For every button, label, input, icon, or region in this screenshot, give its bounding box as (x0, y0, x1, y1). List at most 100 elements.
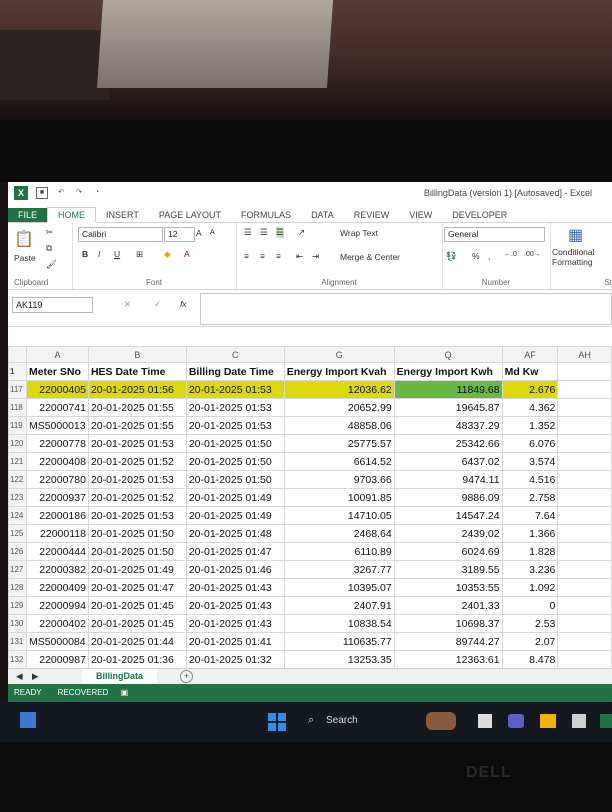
cell-billing-date-time[interactable]: 20-01-2025 01:53 (185, 416, 285, 435)
row-number[interactable]: 122 (8, 470, 27, 489)
cell-energy-import-kwh[interactable]: 89744.27 (393, 632, 503, 651)
cell-md-kw[interactable]: 6.076 (501, 434, 559, 453)
column-header[interactable]: Q (393, 346, 503, 363)
column-header[interactable]: C (185, 346, 285, 363)
column-header[interactable]: AF (501, 346, 559, 363)
empty-cell[interactable] (557, 506, 612, 525)
cell-energy-import-kvah[interactable]: 10395.07 (283, 578, 395, 597)
redo-icon[interactable]: ↷ (74, 188, 84, 198)
cell-md-kw[interactable]: 2.676 (501, 380, 559, 399)
accounting-format-icon[interactable]: 💱 (446, 251, 457, 262)
cell-meter-sno[interactable]: 22000402 (25, 614, 89, 633)
row-number[interactable]: 125 (8, 524, 27, 543)
tab-formulas[interactable]: FORMULAS (231, 208, 301, 222)
cell-md-kw[interactable]: 1.828 (501, 542, 559, 561)
cell-md-kw[interactable]: 2.758 (501, 488, 559, 507)
excel-taskbar-icon[interactable] (600, 714, 612, 728)
cell-hes-date-time[interactable]: 20-01-2025 01:56 (87, 380, 187, 399)
orientation-icon[interactable]: ↗ (298, 227, 305, 238)
number-format-select[interactable]: General (444, 227, 545, 242)
cell-energy-import-kwh[interactable]: 9474.11 (393, 470, 503, 489)
align-middle-icon[interactable]: ☰ (260, 227, 268, 238)
formula-input[interactable] (200, 293, 612, 325)
cell-energy-import-kvah[interactable]: 110635.77 (283, 632, 395, 651)
cell-billing-date-time[interactable]: 20-01-2025 01:53 (185, 398, 285, 417)
column-header[interactable]: A (25, 346, 89, 363)
column-header[interactable]: B (87, 346, 187, 363)
borders-icon[interactable]: ⊞ (136, 249, 143, 260)
cell-meter-sno[interactable]: 22000186 (25, 506, 89, 525)
cell-energy-import-kvah[interactable]: 20652.99 (283, 398, 395, 417)
cell-billing-date-time[interactable]: 20-01-2025 01:47 (185, 542, 285, 561)
cell-billing-date-time[interactable]: 20-01-2025 01:49 (185, 488, 285, 507)
cell-meter-sno[interactable]: 22000994 (25, 596, 89, 615)
cell-md-kw[interactable]: 1.366 (501, 524, 559, 543)
cell-md-kw[interactable]: 1.092 (501, 578, 559, 597)
name-box[interactable]: AK119 (12, 297, 93, 313)
cell-hes-date-time[interactable]: 20-01-2025 01:55 (87, 416, 187, 435)
align-left-icon[interactable]: ≡ (244, 251, 249, 261)
cell-md-kw[interactable]: 2.53 (501, 614, 559, 633)
teams-icon[interactable] (508, 714, 524, 728)
empty-cell[interactable] (557, 488, 612, 507)
empty-cell[interactable] (557, 416, 612, 435)
cell-meter-sno[interactable]: 22000937 (25, 488, 89, 507)
save-icon[interactable]: ■ (36, 187, 48, 199)
header-cell[interactable]: Energy Import Kvah (283, 362, 395, 381)
bold-button[interactable]: B (82, 249, 88, 259)
select-all-corner[interactable] (8, 346, 27, 363)
row-number[interactable]: 120 (8, 434, 27, 453)
cell-energy-import-kvah[interactable]: 13253.35 (283, 650, 395, 669)
row-number[interactable]: 1 (8, 362, 27, 381)
widget-icon[interactable] (20, 712, 36, 728)
row-number[interactable]: 129 (8, 596, 27, 615)
cell-meter-sno[interactable]: MS5000013 (25, 416, 89, 435)
cell-energy-import-kwh[interactable]: 6437.02 (393, 452, 503, 471)
empty-cell[interactable] (557, 434, 612, 453)
cell-hes-date-time[interactable]: 20-01-2025 01:44 (87, 632, 187, 651)
task-view-icon[interactable] (478, 714, 492, 728)
tab-data[interactable]: DATA (301, 208, 344, 222)
increase-decimal-icon[interactable]: ←.0 (504, 251, 517, 258)
cell-energy-import-kvah[interactable]: 10838.54 (283, 614, 395, 633)
format-painter-icon[interactable]: 🖌 (46, 259, 57, 270)
cell-md-kw[interactable]: 1.352 (501, 416, 559, 435)
cell-energy-import-kwh[interactable]: 9886.09 (393, 488, 503, 507)
wrap-text-button[interactable]: Wrap Text (340, 228, 378, 238)
quick-access-icon[interactable]: ◔ (92, 188, 102, 198)
cell-energy-import-kwh[interactable]: 11849.68 (393, 380, 503, 399)
cell-energy-import-kwh[interactable]: 2439.02 (393, 524, 503, 543)
row-number[interactable]: 118 (8, 398, 27, 417)
cell-md-kw[interactable]: 0 (501, 596, 559, 615)
paste-icon[interactable]: 📋 (14, 229, 34, 249)
cell-energy-import-kwh[interactable]: 10698.37 (393, 614, 503, 633)
cell-md-kw[interactable]: 4.362 (501, 398, 559, 417)
cell-hes-date-time[interactable]: 20-01-2025 01:53 (87, 434, 187, 453)
cancel-icon[interactable]: ✕ (124, 299, 131, 310)
cell-billing-date-time[interactable]: 20-01-2025 01:48 (185, 524, 285, 543)
tab-review[interactable]: REVIEW (344, 208, 400, 222)
empty-cell[interactable] (557, 650, 612, 669)
cell-hes-date-time[interactable]: 20-01-2025 01:50 (87, 542, 187, 561)
cell-energy-import-kwh[interactable]: 25342.66 (393, 434, 503, 453)
cell-md-kw[interactable]: 8.478 (501, 650, 559, 669)
font-name-select[interactable]: Calibri (78, 227, 163, 242)
header-cell[interactable]: Billing Date Time (185, 362, 285, 381)
grow-font-button[interactable]: A (196, 228, 202, 238)
insert-function-button[interactable]: fx (180, 299, 187, 309)
cell-energy-import-kvah[interactable]: 25775.57 (283, 434, 395, 453)
header-cell[interactable]: Energy Import Kwh (393, 362, 503, 381)
add-sheet-icon[interactable]: + (180, 670, 193, 683)
row-number[interactable]: 121 (8, 452, 27, 471)
row-number[interactable]: 123 (8, 488, 27, 507)
align-right-icon[interactable]: ≡ (276, 251, 281, 261)
align-top-icon[interactable]: ☰ (244, 227, 252, 238)
cell-hes-date-time[interactable]: 20-01-2025 01:52 (87, 488, 187, 507)
tab-insert[interactable]: INSERT (96, 208, 149, 222)
cell-hes-date-time[interactable]: 20-01-2025 01:53 (87, 506, 187, 525)
row-number[interactable]: 128 (8, 578, 27, 597)
conditional-formatting-icon[interactable]: ▦ (568, 225, 583, 245)
header-cell[interactable]: HES Date Time (87, 362, 187, 381)
header-cell[interactable]: Meter SNo (25, 362, 89, 381)
cell-energy-import-kwh[interactable]: 19645.87 (393, 398, 503, 417)
